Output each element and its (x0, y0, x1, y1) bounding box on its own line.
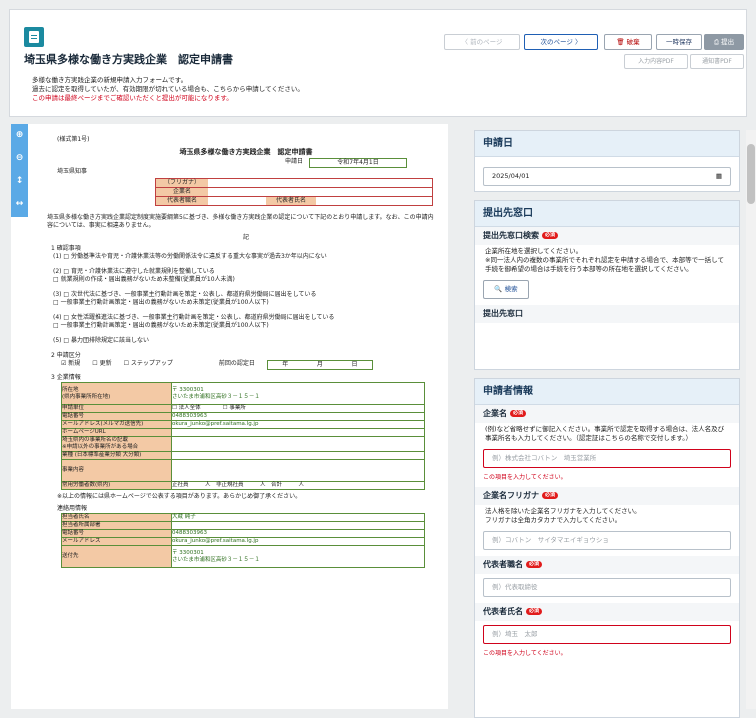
application-document: (様式第1号) 埼玉県多様な働き方実践企業 認定申請書 申請日 令和7年4月1日… (47, 136, 435, 568)
rep-title-input[interactable]: 例）代表取締役 (483, 578, 731, 597)
submit-button[interactable]: ⎙ 提出 (704, 34, 744, 50)
search-icon: 🔍 (494, 285, 505, 293)
calendar-icon[interactable]: ▦ (716, 168, 722, 185)
doc-title: 埼玉県多様な働き方実践企業 認定申請書 (179, 148, 313, 156)
form-logo-icon (24, 27, 44, 47)
table-row: 送付先〒 3300301 さいたま市浦和区高砂３－１５－１ (61, 545, 425, 568)
table-row: 担当者氏名 大蔵 純子 (61, 513, 425, 522)
page-header: 埼玉県多様な働き方実践企業 認定申請書 多様な働き方実践企業の新規申請入力フォー… (9, 9, 747, 117)
company-info-table: 所在地 (県内事業所所在地) 〒 3300301 さいたま市浦和区高砂３－１５－１… (61, 382, 425, 490)
scrollbar[interactable] (746, 130, 756, 709)
office-card: 提出先窓口 提出先窓口検索 必須 企業所在地を選択してください。 ※同一法人内の複… (474, 200, 740, 370)
table-row: 担当者所属部署 (61, 521, 425, 530)
input-pdf-button[interactable]: 入力内容PDF (624, 54, 688, 69)
table-row: 申請単位 ☐ 法人全体 ☐ 事業所 (61, 404, 425, 413)
zoom-out-icon[interactable]: ⊖ (11, 147, 28, 170)
company-box: （フリガナ） 企業名 代表者職名 代表者氏名 (155, 178, 433, 206)
page-title: 埼玉県多様な働き方実践企業 認定申請書 (24, 53, 233, 66)
prev-page-button[interactable]: 〈 前のページ (444, 34, 520, 50)
table-row: 埼玉県内の事業所名の記載 ※申請以外の事業所がある場合 (61, 436, 425, 452)
zoom-in-icon[interactable]: ⊕ (11, 124, 28, 147)
rep-name-input[interactable]: 例）埼玉 太郎 (483, 625, 731, 644)
trash-icon: 🗑 (616, 38, 627, 46)
table-row: 所在地 (県内事業所所在地) 〒 3300301 さいたま市浦和区高砂３－１５－１ (61, 382, 425, 405)
table-row: ホームページURL (61, 428, 425, 437)
table-row: 事業内容 (61, 459, 425, 482)
preview-toolbar: ⊕ ⊖ ↕ ↔ (11, 124, 28, 217)
form-panel: 申請日 2025/04/01 ▦ 提出先窓口 提出先窓口検索 必須 企業所在地を選… (470, 124, 740, 718)
table-row: 電話番号 0488303963 (61, 412, 425, 421)
date-card: 申請日 2025/04/01 ▦ (474, 130, 740, 192)
confirm-items: (1) □ 労働基準法や育児・介護休業法等の労働関係法令に違反する重大な事実が過… (53, 253, 335, 344)
scrollbar-thumb[interactable] (747, 144, 755, 204)
table-row: 常用労働者数(県内) 正社員 人 非正規社員 人 合計 人 (61, 481, 425, 490)
next-page-button[interactable]: 次のページ 〉 (524, 34, 598, 50)
pdf-preview: ⊕ ⊖ ↕ ↔ (様式第1号) 埼玉県多様な働き方実践企業 認定申請書 申請日 … (11, 124, 448, 709)
table-row: メールアドレス okura_junko@pref.saitama.lg.jp (61, 537, 425, 546)
table-row: メールアドレス(メルマガ送信先) okura_junko@pref.saitama… (61, 420, 425, 429)
company-furigana-input[interactable]: 例）コバトン サイタマエイギョウショ (483, 531, 731, 550)
table-row: 業種 (日本標準産業分類 大分類) (61, 451, 425, 460)
company-name-input[interactable]: 例）株式会社コバトン 埼玉営業所 (483, 449, 731, 468)
table-row: 電話番号 0488303963 (61, 529, 425, 538)
temp-save-button[interactable]: 一時保存 (656, 34, 702, 50)
date-input[interactable]: 2025/04/01 ▦ (483, 167, 731, 186)
page-description: 多様な働き方実践企業の新規申請入力フォームです。 過去に認定を取得していたが、有… (32, 76, 304, 102)
contact-info-table: 担当者氏名 大蔵 純子 担当者所属部署 電話番号 0488303963 メールアドレ… (61, 513, 425, 568)
fit-width-icon[interactable]: ↔ (11, 193, 28, 216)
fit-height-icon[interactable]: ↕ (11, 170, 28, 193)
notice-pdf-button[interactable]: 通知書PDF (690, 54, 744, 69)
office-search-button[interactable]: 🔍 検索 (483, 280, 529, 299)
discard-button[interactable]: 🗑 破棄 (604, 34, 652, 50)
applicant-card: 申請者情報 企業名 必須 (例)など省略せずに御記入ください。事業所で認定を取得す… (474, 378, 740, 718)
